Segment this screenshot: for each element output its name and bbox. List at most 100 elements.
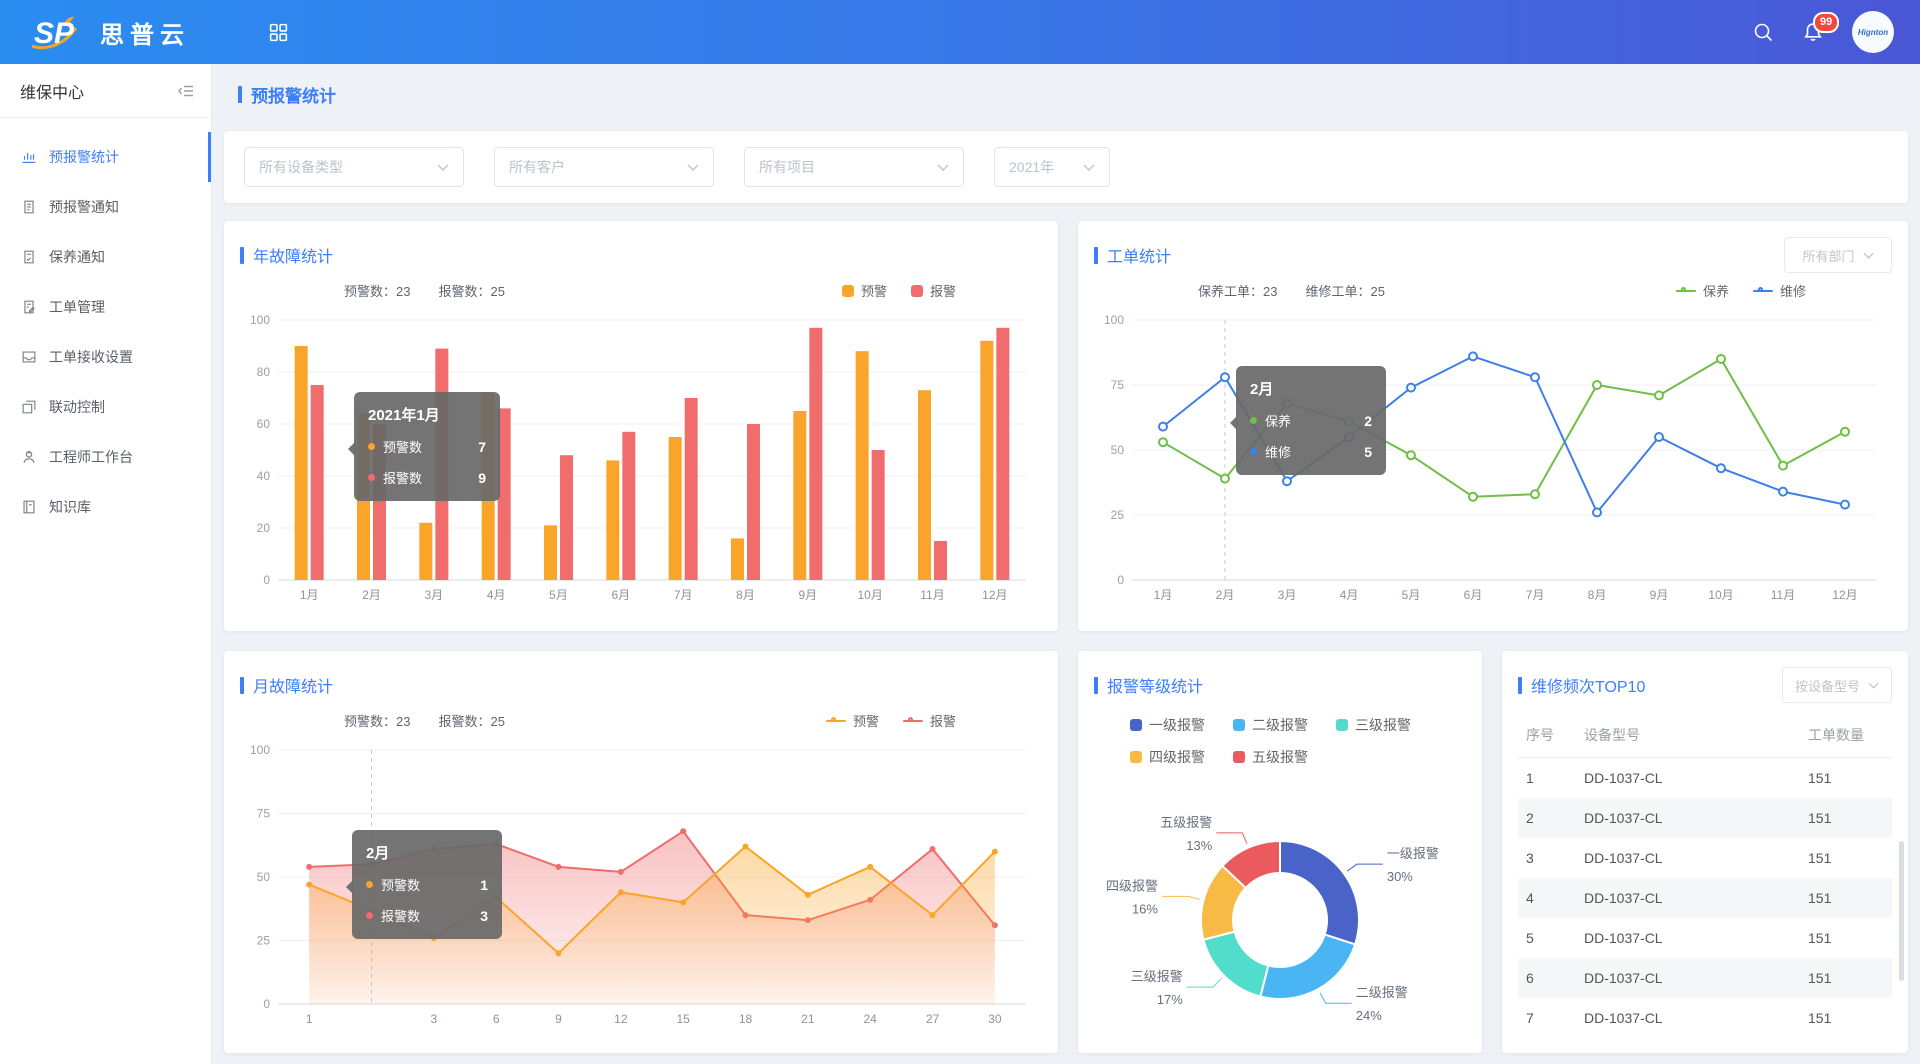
alarm-level-donut-chart[interactable]: 一级报警30%二级报警24%三级报警17%四级报警16%五级报警13% (1094, 775, 1466, 1053)
title-accent-bar (1518, 677, 1522, 694)
legend-swatch (911, 285, 923, 297)
svg-text:2月: 2月 (1216, 588, 1235, 602)
sidebar-item-2[interactable]: 预报警通知 (0, 182, 211, 232)
table-cell: 4 (1518, 878, 1576, 918)
table-cell: DD-1037-CL (1576, 798, 1800, 838)
table-cell: DD-1037-CL (1576, 918, 1800, 958)
table-row: 1DD-1037-CL151 (1518, 758, 1892, 799)
page-title: 预报警统计 (238, 82, 1908, 107)
table-cell: 1 (1518, 758, 1576, 799)
legend-line-marker (826, 720, 846, 722)
sidebar-item-3[interactable]: 保养通知 (0, 232, 211, 282)
card-title-year-fault: 年故障统计 (240, 243, 333, 267)
legend-item[interactable]: 四级报警 (1130, 747, 1205, 767)
title-accent-bar (1094, 247, 1098, 264)
table-scrollbar[interactable] (1899, 841, 1904, 981)
stat-alarm-count: 报警数：25 (438, 711, 504, 730)
table-header: 工单数量 (1800, 713, 1892, 758)
legend-swatch (1233, 719, 1245, 731)
legend-item[interactable]: 维修 (1753, 281, 1806, 300)
device-model-select[interactable]: 按设备型号 (1782, 667, 1892, 703)
repair-top10-card: 维修频次TOP10 按设备型号 序号设备型号工单数量 1DD-1037-CL15… (1502, 651, 1908, 1053)
svg-text:12月: 12月 (982, 588, 1007, 602)
legend-item[interactable]: 报警 (903, 711, 956, 730)
svg-text:15: 15 (676, 1012, 690, 1026)
doc-edit-icon (20, 298, 38, 316)
sidebar-item-7[interactable]: 工程师工作台 (0, 432, 211, 482)
svg-text:5月: 5月 (1402, 588, 1421, 602)
sidebar-item-4[interactable]: 工单管理 (0, 282, 211, 332)
sidebar-item-5[interactable]: 工单接收设置 (0, 332, 211, 382)
legend-item[interactable]: 保养 (1676, 281, 1729, 300)
sidebar-item-6[interactable]: 联动控制 (0, 382, 211, 432)
svg-text:25: 25 (257, 934, 271, 948)
table-cell: 3 (1518, 838, 1576, 878)
svg-text:三级报警: 三级报警 (1131, 969, 1183, 984)
month-fault-area-chart[interactable]: 2月 预警数1 报警数3 025507510013691215182124273… (240, 738, 1042, 1032)
legend-swatch (1130, 719, 1142, 731)
svg-text:5月: 5月 (549, 588, 568, 602)
title-accent-bar (240, 677, 244, 694)
chevron-down-icon (937, 164, 949, 171)
svg-text:1月: 1月 (300, 588, 319, 602)
chevron-down-icon (1863, 252, 1874, 259)
work-order-line-chart[interactable]: 2月 保养2 维修5 02550751001月2月3月4月5月6月7月8月9月1… (1094, 308, 1892, 608)
svg-text:75: 75 (257, 807, 271, 821)
table-cell: 151 (1800, 798, 1892, 838)
app-logo-icon: SP (26, 12, 84, 52)
card-title-alarm-level: 报警等级统计 (1094, 673, 1203, 697)
svg-text:9: 9 (555, 1012, 562, 1026)
sidebar-item-8[interactable]: 知识库 (0, 482, 211, 532)
svg-text:1月: 1月 (1154, 588, 1173, 602)
sidebar-item-1[interactable]: 预报警统计 (0, 132, 211, 182)
svg-text:4月: 4月 (487, 588, 506, 602)
month-fault-stats: 预警数：23 报警数：25 预警报警 (344, 711, 1042, 730)
card-title-month-fault: 月故障统计 (240, 673, 333, 697)
year-fault-bar-chart[interactable]: 2021年1月 预警数7 报警数9 0204060801001月2月3月4月5月… (240, 308, 1042, 608)
svg-text:100: 100 (250, 313, 270, 327)
svg-text:6: 6 (493, 1012, 500, 1026)
notification-bell-icon[interactable]: 99 (1802, 21, 1824, 43)
apps-grid-icon[interactable] (268, 22, 289, 43)
legend-item[interactable]: 预警 (842, 281, 887, 300)
table-cell: 151 (1800, 878, 1892, 918)
title-accent-bar (1094, 677, 1098, 694)
customer-select[interactable]: 所有客户 (494, 147, 714, 187)
year-select[interactable]: 2021年 (994, 147, 1110, 187)
engineer-icon (20, 448, 38, 466)
book-icon (20, 498, 38, 516)
project-select[interactable]: 所有项目 (744, 147, 964, 187)
svg-text:30: 30 (988, 1012, 1002, 1026)
main-content: 预报警统计 所有设备类型 所有客户 所有项目 2021年 (212, 64, 1920, 1064)
title-accent-bar (240, 247, 244, 264)
legend-item[interactable]: 报警 (911, 281, 956, 300)
menu-fold-icon[interactable] (177, 82, 195, 100)
search-icon[interactable] (1752, 21, 1774, 43)
sidebar-item-label: 预报警统计 (49, 147, 119, 167)
table-cell: DD-1037-CL (1576, 878, 1800, 918)
svg-text:二级报警: 二级报警 (1356, 985, 1408, 1000)
table-row: 3DD-1037-CL151 (1518, 838, 1892, 878)
table-row: 6DD-1037-CL151 (1518, 958, 1892, 998)
brand: SP 思普云 (26, 12, 190, 52)
card-title-work-order: 工单统计 (1094, 243, 1171, 267)
link-icon (20, 398, 38, 416)
user-avatar[interactable]: Hignton (1852, 11, 1894, 53)
svg-text:五级报警: 五级报警 (1160, 815, 1212, 830)
legend-item[interactable]: 预警 (826, 711, 879, 730)
svg-text:12: 12 (614, 1012, 628, 1026)
table-cell: 151 (1800, 918, 1892, 958)
legend-item[interactable]: 一级报警 (1130, 715, 1205, 735)
legend-item[interactable]: 三级报警 (1336, 715, 1411, 735)
avatar-logo-text: Hignton (1858, 28, 1888, 37)
svg-text:80: 80 (257, 365, 271, 379)
device-type-select[interactable]: 所有设备类型 (244, 147, 464, 187)
svg-text:20: 20 (257, 521, 271, 535)
sidebar-item-label: 工单接收设置 (49, 347, 133, 367)
svg-text:75: 75 (1111, 378, 1125, 392)
svg-text:17%: 17% (1157, 992, 1183, 1007)
svg-text:100: 100 (250, 743, 270, 757)
legend-item[interactable]: 二级报警 (1233, 715, 1308, 735)
department-select[interactable]: 所有部门 (1784, 237, 1892, 273)
legend-item[interactable]: 五级报警 (1233, 747, 1308, 767)
